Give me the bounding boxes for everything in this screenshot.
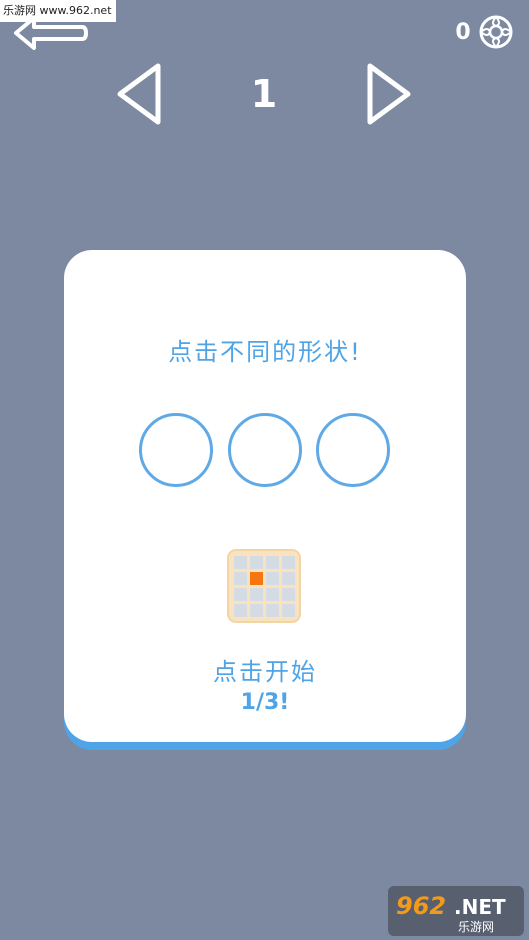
shape-circle-2[interactable] [228,413,302,487]
svg-text:962: 962 [396,892,446,920]
coin-count: 0 [455,20,471,45]
svg-text:.NET: .NET [454,895,506,919]
start-label[interactable]: 点击开始 [64,652,466,687]
svg-text:乐游网: 乐游网 [458,920,494,934]
grid-icon [227,549,301,623]
triangle-right-icon[interactable] [360,60,416,128]
progress-label: 1/3! [240,690,290,715]
shape-circle-3[interactable] [316,413,390,487]
coin-icon[interactable] [478,14,514,50]
watermark-logo: 962 .NET 乐游网 [388,886,524,936]
shape-circle-1[interactable] [139,413,213,487]
triangle-left-icon[interactable] [112,60,168,128]
back-arrow-icon[interactable] [10,12,90,54]
instruction-text: 点击不同的形状! [168,338,362,366]
game-card[interactable]: 点击不同的形状! 点击开始 1/3! [64,250,466,742]
level-number: 1 [250,72,278,116]
